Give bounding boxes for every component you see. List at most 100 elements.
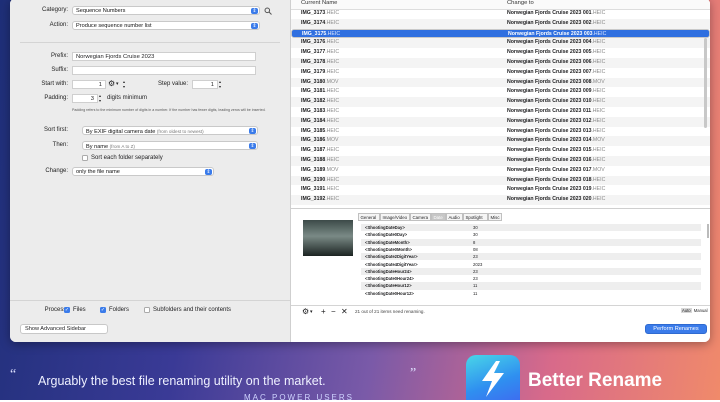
table-row[interactable]: IMG_3177.HEIC Norwegian Fjords Cruise 202… [291,48,710,58]
new-name: Norwegian Fjords Cruise 2023 018.HEIC [507,176,606,183]
sidebar: Category: Sequence Numbers ⇕ Action: Pro… [10,0,291,342]
table-row[interactable]: IMG_3187.HEIC Norwegian Fjords Cruise 202… [291,146,710,156]
action-value: Produce sequence number list [76,23,152,29]
table-row[interactable]: IMG_3185.HEIC Norwegian Fjords Cruise 202… [291,127,710,137]
table-row[interactable]: IMG_3184.HEIC Norwegian Fjords Cruise 202… [291,116,710,127]
manual-option[interactable]: Manual [693,308,709,313]
table-row[interactable]: IMG_3192.HEIC Norwegian Fjords Cruise 202… [291,195,710,205]
table-row[interactable]: IMG_3175.HEIC Norwegian Fjords Cruise 202… [291,28,710,39]
table-row[interactable]: IMG_3189.MOV Norwegian Fjords Cruise 2023… [291,166,710,176]
chevron-updown-icon: ⇕ [249,143,256,149]
prefix-label: Prefix: [50,53,68,59]
divider [20,42,280,43]
table-row[interactable]: IMG_3181.HEIC Norwegian Fjords Cruise 202… [291,87,710,97]
table-row[interactable]: IMG_3180.MOV Norwegian Fjords Cruise 2023… [291,77,710,88]
auto-manual-toggle[interactable]: Auto Manual [681,308,709,313]
scrollbar[interactable] [704,38,707,128]
table-row[interactable]: IMG_3186.MOV Norwegian Fjords Cruise 2023… [291,136,710,147]
quote-source: MAC POWER USERS [244,393,355,402]
column-change-to[interactable]: Change to [507,0,534,9]
tab-misc[interactable]: Misc [488,213,502,221]
current-name: IMG_3181.HEIC [301,88,340,95]
metadata-value: 08 [473,246,478,252]
sort-folders-label: Sort each folder separately [91,155,163,161]
files-checkbox[interactable]: ✓ [64,307,70,313]
current-name: IMG_3187.HEIC [301,147,340,154]
subfolders-checkbox[interactable] [144,307,150,313]
tab-date[interactable]: Date [431,213,446,221]
sort-folders-checkbox[interactable] [82,155,88,161]
action-select[interactable]: Produce sequence number list ⇕ [72,21,260,30]
metadata-value: 11 [473,290,478,296]
close-icon[interactable]: ✕ [341,307,348,316]
table-row[interactable]: IMG_3179.HEIC Norwegian Fjords Cruise 202… [291,68,710,78]
metadata-row: <ShootingDateMonth> 8 [361,238,701,246]
current-name: IMG_3188.HEIC [301,157,340,163]
files-label: Files [73,307,86,313]
current-name: IMG_3186.MOV [301,137,339,144]
stepper-icon[interactable]: ▴ ▾ [123,79,128,89]
tab-image-video[interactable]: Image/Video [380,213,410,221]
table-row[interactable]: IMG_3176.HEIC Norwegian Fjords Cruise 202… [291,38,710,49]
auto-option[interactable]: Auto [681,308,692,313]
start-input[interactable]: 1 [72,80,106,89]
sort-first-select[interactable]: By EXIF digital camera date (from oldest… [82,126,258,135]
metadata-key: <ShootingDate0Hour12> [365,290,414,296]
metadata-value: 2023 [473,261,483,267]
metadata-key: <ShootingDate2DigitYear> [365,254,418,260]
table-row[interactable]: IMG_3183.HEIC Norwegian Fjords Cruise 202… [291,107,710,117]
tab-audio[interactable]: Audio [446,213,463,221]
table-row[interactable]: IMG_3182.HEIC Norwegian Fjords Cruise 202… [291,97,710,107]
remove-icon[interactable]: − [331,307,336,316]
current-name: IMG_3174.HEIC [301,19,340,26]
then-label: Then: [52,142,68,148]
padding-input[interactable]: 3 [72,94,98,103]
suffix-label: Suffix: [51,67,68,73]
step-label: Step value: [157,81,188,87]
table-row[interactable]: IMG_3178.HEIC Norwegian Fjords Cruise 202… [291,58,710,68]
category-select[interactable]: Sequence Numbers ⇕ [72,6,260,15]
change-label: Change: [45,168,68,174]
prefix-input[interactable]: Norwegian Fjords Cruise 2023 [72,52,256,61]
table-row[interactable]: IMG_3174.HEIC Norwegian Fjords Cruise 202… [291,18,710,29]
chevron-down-icon[interactable]: ▾ [310,309,313,315]
column-current-name[interactable]: Current Name [301,0,337,9]
stepper-icon[interactable]: ▴ ▾ [219,79,224,89]
gear-icon[interactable]: ⚙ [108,79,115,88]
table-row[interactable]: IMG_3190.HEIC Norwegian Fjords Cruise 202… [291,175,710,186]
metadata-row: <ShootingDate0Hour12> 11 [361,290,701,297]
new-name: Norwegian Fjords Cruise 2023 020.HEIC [507,196,606,203]
scrollbar[interactable] [707,224,709,238]
table-row[interactable]: IMG_3188.HEIC Norwegian Fjords Cruise 202… [291,156,710,166]
metadata-row: <ShootingDate4DigitYear> 2023 [361,261,701,268]
metadata-value: 30 [473,232,478,238]
metadata-value: 23 [473,268,478,274]
table-row[interactable]: IMG_3191.HEIC Norwegian Fjords Cruise 202… [291,185,710,195]
quote-open-mark: “ [10,367,17,382]
metadata-value: 23 [473,276,478,282]
search-icon[interactable] [264,7,272,15]
change-value: only the file name [76,169,120,175]
perform-renames-button[interactable]: Perform Renames [645,324,707,334]
show-advanced-sidebar-button[interactable]: Show Advanced Sidebar [20,324,108,334]
tab-spotlight[interactable]: Spotlight [463,213,488,221]
folders-checkbox[interactable]: ✓ [100,307,106,313]
tab-camera[interactable]: Camera [410,213,431,221]
metadata-row: <ShootingDate0Hour24> 23 [361,275,701,282]
new-name: Norwegian Fjords Cruise 2023 016.HEIC [507,157,606,163]
gear-icon[interactable]: ⚙ [302,307,309,316]
step-input[interactable]: 1 [192,80,218,89]
new-name: Norwegian Fjords Cruise 2023 017.MOV [507,166,605,173]
padding-unit: digits minimum [107,95,148,101]
metadata-key: <ShootingDateHour24> [365,268,412,274]
stepper-icon[interactable]: ▴ ▾ [99,93,104,103]
tab-general[interactable]: General [358,213,380,221]
add-icon[interactable]: + [321,307,326,316]
suffix-input[interactable] [72,66,256,75]
sort-first-hint: (from oldest to newest) [156,129,204,134]
change-select[interactable]: only the file name ⇕ [72,167,214,176]
chevron-down-icon[interactable]: ▾ [116,81,119,87]
current-name: IMG_3178.HEIC [301,59,340,65]
table-row[interactable]: IMG_3173.HEIC Norwegian Fjords Cruise 202… [291,9,710,19]
then-select[interactable]: By name (from A to Z) ⇕ [82,141,258,150]
